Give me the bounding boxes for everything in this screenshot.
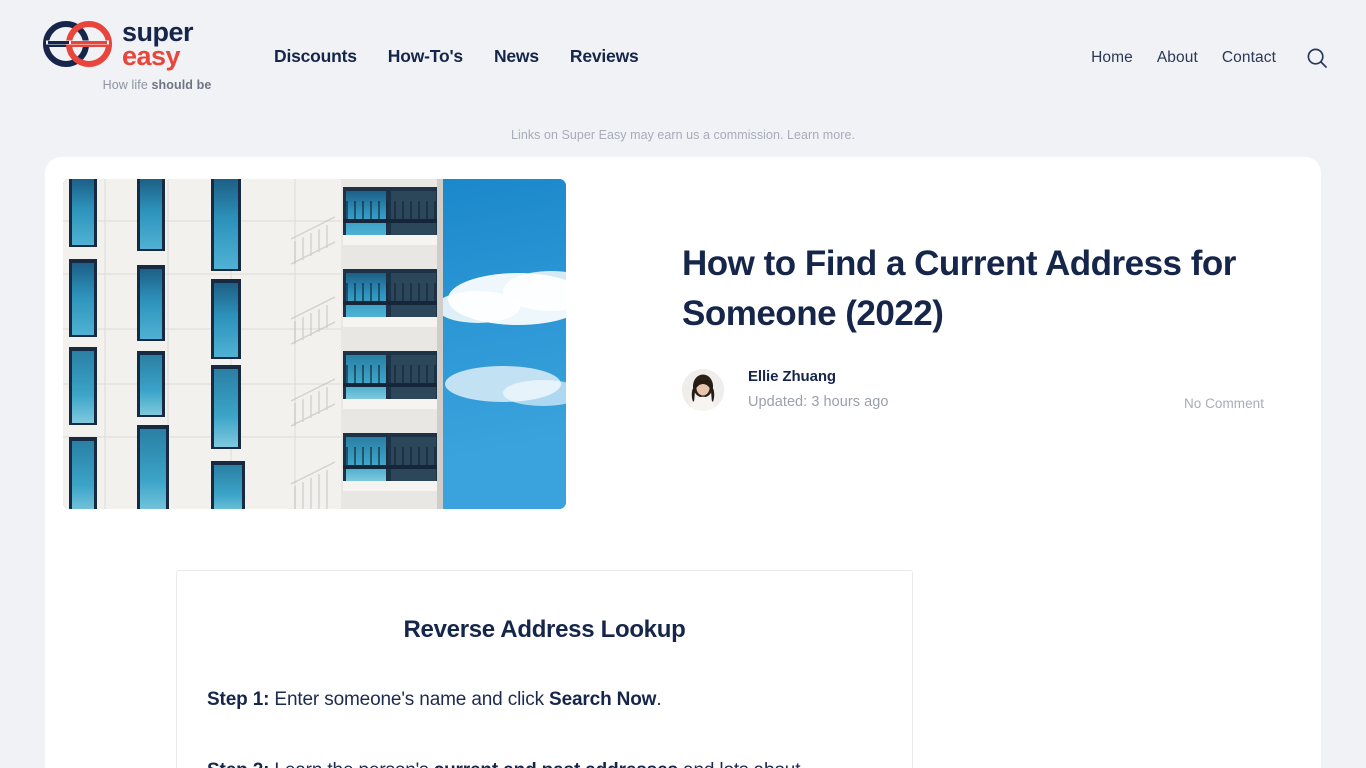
nav-item-reviews[interactable]: Reviews <box>570 46 639 67</box>
nav-item-about[interactable]: About <box>1157 49 1198 67</box>
avatar <box>682 369 724 411</box>
tagline-bold: should be <box>151 78 212 92</box>
reverse-address-lookup-box: Reverse Address Lookup Step 1: Enter som… <box>176 570 913 768</box>
lookup-step-1: Step 1: Enter someone's name and click S… <box>207 686 882 715</box>
step-2-highlight: current and past addresses <box>434 760 678 768</box>
lookup-box-title: Reverse Address Lookup <box>403 616 686 643</box>
site-logo[interactable]: super easy How life should be <box>42 18 272 98</box>
logo-wordmark: super easy <box>122 19 194 71</box>
secondary-navigation: Home About Contact <box>1091 47 1328 69</box>
article-header: How to Find a Current Address for Someon… <box>682 239 1272 338</box>
superEasy-double-e-logo-icon <box>42 21 114 67</box>
page-root: super easy How life should be Discounts … <box>0 0 1366 768</box>
primary-navigation: Discounts How-To's News Reviews <box>274 46 639 67</box>
comment-count[interactable]: No Comment <box>1184 396 1264 411</box>
step-2-text-b: and lots about <box>678 760 800 768</box>
author-name[interactable]: Ellie Zhuang <box>748 368 888 385</box>
article-card: How to Find a Current Address for Someon… <box>45 157 1321 768</box>
logo-tagline: How life should be <box>42 78 272 92</box>
step-2-text-a: Learn the person's <box>269 760 433 768</box>
byline-text: Ellie Zhuang Updated: 3 hours ago <box>748 368 888 410</box>
step-2-label: Step 2: <box>207 760 269 768</box>
tagline-light: How life <box>102 78 152 92</box>
search-icon[interactable] <box>1306 47 1328 69</box>
article-byline: Ellie Zhuang Updated: 3 hours ago No Com… <box>682 368 1272 417</box>
step-1-cta: Search Now <box>549 689 657 710</box>
nav-item-news[interactable]: News <box>494 46 539 67</box>
lookup-step-2: Step 2: Learn the person's current and p… <box>207 757 882 768</box>
nav-item-home[interactable]: Home <box>1091 49 1133 67</box>
updated-timestamp: Updated: 3 hours ago <box>748 394 889 410</box>
hero-image <box>63 179 566 509</box>
logo-row: super easy <box>42 18 272 70</box>
step-1-text-a: Enter someone's name and click <box>269 689 550 710</box>
step-1-text-b: . <box>656 689 662 710</box>
page-title: How to Find a Current Address for Someon… <box>682 244 1236 333</box>
nav-item-how-tos[interactable]: How-To's <box>388 46 463 67</box>
step-1-label: Step 1: <box>207 689 270 710</box>
affiliate-disclaimer[interactable]: Links on Super Easy may earn us a commis… <box>0 128 1366 142</box>
nav-item-contact[interactable]: Contact <box>1222 49 1276 67</box>
site-header: super easy How life should be Discounts … <box>0 0 1366 142</box>
nav-item-discounts[interactable]: Discounts <box>274 46 357 67</box>
logo-word-easy: easy <box>122 41 181 71</box>
